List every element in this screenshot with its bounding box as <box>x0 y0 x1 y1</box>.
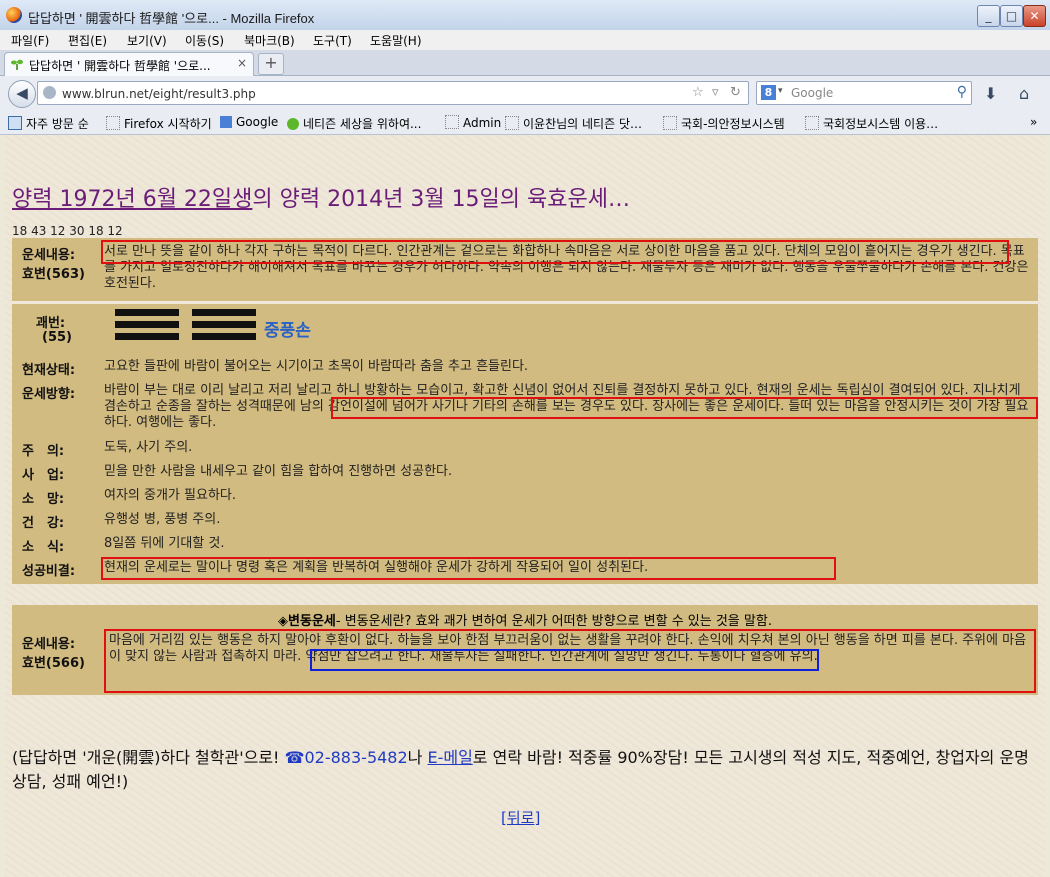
page-icon <box>106 116 120 130</box>
menu-edit[interactable]: 편집(E) <box>68 32 107 49</box>
url-bar[interactable]: www.blrun.net/eight/result3.php ☆ ▿ ↻ <box>37 81 749 105</box>
detail-label-wish: 소 망: <box>22 492 65 507</box>
detail-label-news: 소 식: <box>22 540 65 555</box>
menu-tools[interactable]: 도구(T) <box>313 32 352 49</box>
highlight-box <box>101 557 836 580</box>
fortune-code: 효변(563) <box>22 267 85 282</box>
menu-bar: 파일(F) 편집(E) 보기(V) 이동(S) 북마크(B) 도구(T) 도움말… <box>0 30 1050 50</box>
hexagram-label: 괘번: <box>36 316 66 331</box>
url-text: www.blrun.net/eight/result3.php <box>62 87 256 101</box>
code-numbers: 18 43 12 30 18 12 <box>12 224 123 238</box>
highlight-box <box>331 397 1038 419</box>
tab-close-icon[interactable]: × <box>237 56 247 70</box>
change-fortune-code: 효변(566) <box>22 656 85 671</box>
page-icon <box>445 115 459 129</box>
home-icon[interactable]: ⌂ <box>1019 84 1029 103</box>
download-icon[interactable]: ⬇ <box>984 84 997 103</box>
bookmarks-overflow-icon[interactable]: » <box>1030 115 1037 129</box>
hexagram-section: 괘번: (55) 중풍손 현재상태: 고요한 들판에 바람이 불어오는 시기이고… <box>12 304 1038 584</box>
window-title: 답답하면 ' 開雲하다 哲學館 '으로... - Mozilla Firefox <box>28 11 315 26</box>
back-button[interactable]: ◀ <box>8 80 36 108</box>
bookmark-admin[interactable]: Admin <box>445 115 501 130</box>
star-icon[interactable]: ☆ <box>692 85 704 100</box>
menu-file[interactable]: 파일(F) <box>11 32 49 49</box>
folder-icon <box>8 116 22 130</box>
minimize-button[interactable]: _ <box>977 5 1000 27</box>
bookmark-assembly-system[interactable]: 국회정보시스템 이용… <box>805 115 938 132</box>
detail-label-current: 현재상태: <box>22 363 76 378</box>
fortune-section: 운세내용: 효변(563) 서로 만나 뜻을 같이 하나 각자 구하는 목적이 … <box>12 238 1038 301</box>
firefox-logo-icon <box>6 7 22 23</box>
phone-number: ☎02-883-5482 <box>284 748 408 767</box>
dropdown-icon[interactable]: ▿ <box>712 85 719 100</box>
page-icon <box>663 116 677 130</box>
globe-icon <box>43 86 56 99</box>
search-engine-icon[interactable]: 8 <box>761 85 776 100</box>
google-icon <box>220 116 232 128</box>
close-button[interactable]: ✕ <box>1023 5 1046 27</box>
title-bar: 답답하면 ' 開雲하다 哲學館 '으로... - Mozilla Firefox… <box>0 0 1050 31</box>
change-fortune-header: ◈변동운세- 변동운세란? 효와 괘가 변하여 운세가 어떠한 방향으로 변할 … <box>278 614 772 629</box>
detail-label-direction: 운세방향: <box>22 387 76 402</box>
bookmark-bill-system[interactable]: 국회-의안정보시스템 <box>663 115 785 132</box>
detail-text-caution: 도둑, 사기 주의. <box>104 440 193 455</box>
detail-text-health: 유행성 병, 풍병 주의. <box>104 512 221 527</box>
page-content: 양력 1972년 6월 22일생의 양력 2014년 3월 15일의 육효운세…… <box>5 135 1045 877</box>
search-placeholder: Google <box>791 86 834 100</box>
bookmark-google[interactable]: Google <box>220 115 278 129</box>
page-icon <box>805 116 819 130</box>
detail-label-business: 사 업: <box>22 468 65 483</box>
contact-footer: (답답하면 '개운(開雲)하다 철학관'으로! ☎02-883-5482나 E-… <box>12 748 1029 791</box>
detail-label-health: 건 강: <box>22 516 65 531</box>
hexagram-number: (55) <box>42 330 72 345</box>
bookmark-lee[interactable]: 이윤찬님의 네티즌 닷… <box>505 115 642 132</box>
browser-window: 답답하면 ' 開雲하다 哲學館 '으로... - Mozilla Firefox… <box>0 0 1050 877</box>
sprout-icon <box>11 59 23 70</box>
highlight-box-blue <box>310 649 819 671</box>
navigation-bar: ◀ www.blrun.net/eight/result3.php ☆ ▿ ↻ … <box>0 76 1050 110</box>
menu-go[interactable]: 이동(S) <box>185 32 224 49</box>
menu-help[interactable]: 도움말(H) <box>370 32 422 49</box>
bookmark-firefox-start[interactable]: Firefox 시작하기 <box>106 115 212 132</box>
detail-text-current: 고요한 들판에 바람이 불어오는 시기이고 초목이 바람따라 춤을 추고 흔들린… <box>104 359 529 374</box>
birthdate-link[interactable]: 양력 1972년 6월 22일생 <box>12 187 252 212</box>
menu-view[interactable]: 보기(V) <box>127 32 167 49</box>
maximize-button[interactable]: □ <box>1000 5 1023 27</box>
reload-icon[interactable]: ↻ <box>730 85 741 100</box>
back-link[interactable]: [뒤로] <box>501 807 540 828</box>
back-arrow-icon: ◀ <box>16 84 28 102</box>
detail-text-wish: 여자의 중개가 필요하다. <box>104 488 236 503</box>
page-icon <box>505 116 519 130</box>
tab-label: 답답하면 ' 開雲하다 哲學館 '으로... <box>29 59 211 73</box>
detail-label-caution: 주 의: <box>22 444 65 459</box>
change-fortune-label: 운세내용: <box>22 637 76 652</box>
search-bar[interactable]: 8 ▾ Google ⚲ <box>756 81 972 105</box>
page-title: 양력 1972년 6월 22일생의 양력 2014년 3월 15일의 육효운세… <box>12 187 630 212</box>
search-icon[interactable]: ⚲ <box>957 84 967 100</box>
tab-active[interactable]: 답답하면 ' 開雲하다 哲學館 '으로... × <box>4 52 254 76</box>
fortune-label: 운세내용: <box>22 248 76 263</box>
bookmark-netizen[interactable]: 네티즌 세상을 위하여... <box>287 115 421 132</box>
sprout-icon <box>287 118 299 130</box>
new-tab-button[interactable]: + <box>258 53 284 75</box>
menu-bookmarks[interactable]: 북마크(B) <box>244 32 295 49</box>
detail-text-news: 8일쯤 뒤에 기대할 것. <box>104 536 225 551</box>
engine-dropdown-icon[interactable]: ▾ <box>778 86 783 96</box>
hexagram-name: 중풍손 <box>264 321 311 341</box>
detail-text-business: 믿을 만한 사람을 내세우고 같이 힘을 합하여 진행하면 성공한다. <box>104 464 453 479</box>
highlight-box <box>101 240 1009 264</box>
change-fortune-section: ◈변동운세- 변동운세란? 효와 괘가 변하여 운세가 어떠한 방향으로 변할 … <box>12 605 1038 695</box>
bookmark-most-visited[interactable]: 자주 방문 순 <box>8 115 89 132</box>
detail-label-success: 성공비결: <box>22 564 76 579</box>
tab-bar: 답답하면 ' 開雲하다 哲學館 '으로... × + <box>0 50 1050 76</box>
bookmarks-bar: 자주 방문 순 Firefox 시작하기 Google 네티즌 세상을 위하여.… <box>0 110 1050 135</box>
email-link[interactable]: E-메일 <box>427 748 472 767</box>
